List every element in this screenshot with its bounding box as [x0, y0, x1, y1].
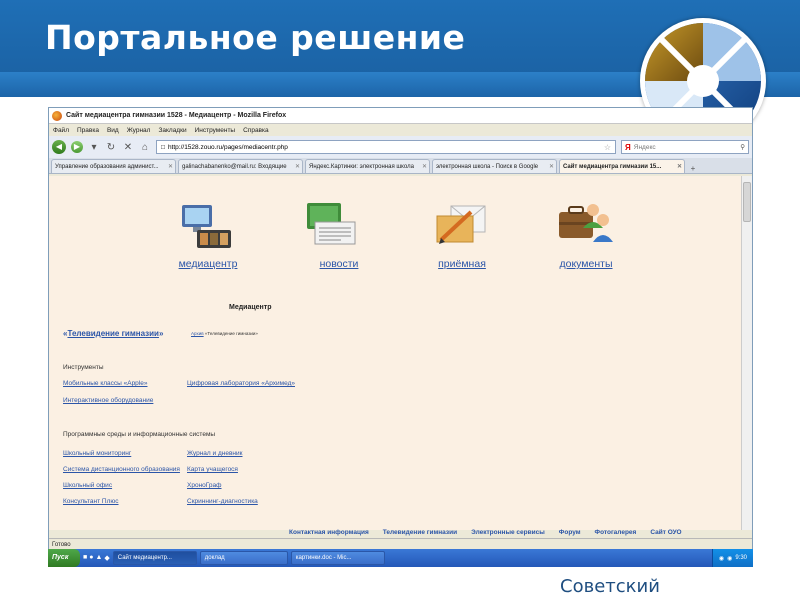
system-tray: ◉ ◉ 9:30: [711, 549, 753, 567]
link-student-card[interactable]: Карта учащегося: [187, 466, 238, 473]
slide-footer: Советский: [560, 576, 660, 597]
tab-label: Сайт медиацентра гимназии 15...: [563, 163, 662, 170]
search-input[interactable]: Я Яндекс ⚲: [621, 140, 749, 154]
tray-icon[interactable]: ◉: [719, 555, 724, 562]
footer-link-tv[interactable]: Телевидение гимназии: [383, 529, 457, 536]
windows-taskbar: Пуск ■ ● ▲ ◆ Сайт медиацентр... доклад к…: [48, 549, 753, 567]
quick-launch-icon[interactable]: ●: [89, 554, 93, 562]
url-text: http://1528.zouo.ru/pages/mediacentr.php: [167, 143, 288, 151]
link-consultant-plus[interactable]: Консультант Плюс: [63, 498, 119, 505]
tab-label: Управление образования админист...: [55, 163, 159, 170]
section-title: Медиацентр: [229, 304, 272, 311]
tab-google-search[interactable]: электронная школа - Поиск в Google ✕: [432, 159, 557, 173]
reload-icon[interactable]: ↻: [105, 142, 117, 153]
task-pictures-doc[interactable]: картинки.doc - Mic...: [290, 551, 385, 565]
close-tab-icon[interactable]: ✕: [168, 163, 173, 170]
link-school-office[interactable]: Школьный офис: [63, 482, 112, 489]
forward-button[interactable]: ▶: [71, 141, 83, 153]
env-title: Программные среды и информационные систе…: [63, 431, 216, 438]
menu-help[interactable]: Справка: [243, 127, 269, 134]
tv-link[interactable]: Телевидение гимназии: [67, 329, 159, 338]
nav-link-news[interactable]: новости: [299, 258, 379, 270]
menu-file[interactable]: Файл: [53, 127, 69, 134]
page-content: медиацентр новости приёмная документы Ме…: [49, 176, 741, 530]
menu-view[interactable]: Вид: [107, 127, 119, 134]
link-digital-lab[interactable]: Цифровая лаборатория «Архимед»: [187, 380, 295, 387]
task-browser[interactable]: Сайт медиацентр...: [112, 551, 197, 565]
close-tab-icon[interactable]: ✕: [422, 163, 427, 170]
link-school-monitoring[interactable]: Школьный мониторинг: [63, 450, 131, 457]
link-journal-diary[interactable]: Журнал и дневник: [187, 450, 242, 457]
nav-link-reception[interactable]: приёмная: [421, 258, 503, 270]
footer-link-ouo[interactable]: Сайт ОУО: [650, 529, 681, 536]
task-report[interactable]: доклад: [199, 551, 288, 565]
firefox-icon: [52, 110, 62, 121]
slide-title: Портальное решение: [45, 18, 466, 57]
tab-label: Яндекс.Картинки: электронная школа: [309, 163, 414, 170]
start-button[interactable]: Пуск: [48, 549, 80, 567]
window-titlebar[interactable]: Сайт медиацентра гимназии 1528 - Медиаце…: [49, 108, 752, 124]
nav-link-documents[interactable]: документы: [545, 258, 627, 270]
menu-bookmarks[interactable]: Закладки: [158, 127, 186, 134]
window-title: Сайт медиацентра гимназии 1528 - Медиаце…: [66, 112, 287, 119]
tab-mail[interactable]: galinachabanenko@mail.ru: Входящие ✕: [178, 159, 303, 173]
footer-nav: Контактная информация Телевидение гимназ…: [289, 529, 682, 536]
bookmark-star-icon[interactable]: ☆: [604, 143, 611, 152]
navigation-toolbar: ◀ ▶ ▾ ↻ ✕ ⌂ □ http://1528.zouo.ru/pages/…: [49, 136, 752, 158]
link-chronograph[interactable]: ХроноГраф: [187, 482, 222, 489]
tv-suffix: »: [158, 329, 164, 338]
tab-mediacenter[interactable]: Сайт медиацентра гимназии 15... ✕: [559, 159, 685, 173]
new-tab-icon[interactable]: +: [687, 164, 699, 173]
footer-link-contacts[interactable]: Контактная информация: [289, 529, 369, 536]
archive-link[interactable]: Архив: [191, 331, 204, 336]
vertical-scrollbar[interactable]: [741, 176, 752, 530]
scrollbar-thumb[interactable]: [743, 182, 751, 222]
yandex-icon: Я: [625, 142, 631, 152]
quick-launch-icon[interactable]: ◆: [104, 554, 109, 562]
browser-window: Сайт медиацентра гимназии 1528 - Медиаце…: [48, 107, 753, 567]
envelope-pen-icon[interactable]: [431, 200, 491, 248]
footer-link-services[interactable]: Электронные сервисы: [471, 529, 545, 536]
stop-icon[interactable]: ✕: [122, 142, 134, 153]
address-bar[interactable]: □ http://1528.zouo.ru/pages/mediacentr.p…: [156, 140, 616, 154]
tv-link-block: «Телевидение гимназии»: [63, 329, 163, 338]
tab-label: электронная школа - Поиск в Google: [436, 163, 539, 170]
clock[interactable]: 9:30: [735, 555, 747, 561]
quick-launch-icon[interactable]: ▲: [95, 554, 102, 562]
footer-link-forum[interactable]: Форум: [559, 529, 581, 536]
search-icon[interactable]: ⚲: [740, 143, 745, 151]
close-tab-icon[interactable]: ✕: [295, 163, 300, 170]
page-icon: □: [161, 143, 165, 151]
computer-media-icon[interactable]: [177, 202, 237, 250]
nav-link-mediacenter[interactable]: медиацентр: [169, 258, 247, 270]
tab-label: galinachabanenko@mail.ru: Входящие: [182, 163, 287, 170]
tab-yandex-images[interactable]: Яндекс.Картинки: электронная школа ✕: [305, 159, 430, 173]
menu-edit[interactable]: Правка: [77, 127, 99, 134]
tab-bar: Управление образования админист... ✕ gali…: [49, 158, 752, 174]
back-button[interactable]: ◀: [52, 140, 66, 154]
briefcase-people-icon[interactable]: [553, 198, 613, 246]
tv-note: Архив «Телевидение гимназии»: [191, 331, 258, 336]
newspaper-icon[interactable]: [301, 200, 361, 248]
link-screening[interactable]: Скриннинг-диагностика: [187, 498, 258, 505]
menu-tools[interactable]: Инструменты: [195, 127, 236, 134]
link-mobile-classes[interactable]: Мобильные классы «Apple»: [63, 380, 147, 387]
tools-title: Инструменты: [63, 364, 104, 371]
dropdown-arrow-icon[interactable]: ▾: [88, 142, 100, 153]
quick-launch: ■ ● ▲ ◆: [83, 554, 110, 562]
close-tab-icon[interactable]: ✕: [549, 163, 554, 170]
quick-launch-icon[interactable]: ■: [83, 554, 87, 562]
tv-note-text: «Телевидение гимназии»: [204, 331, 258, 336]
menu-history[interactable]: Журнал: [127, 127, 151, 134]
link-distance-education[interactable]: Система дистанционного образования: [63, 466, 180, 473]
menu-bar: Файл Правка Вид Журнал Закладки Инструме…: [49, 124, 752, 136]
close-tab-icon[interactable]: ✕: [677, 163, 682, 170]
link-interactive-equipment[interactable]: Интерактивное оборудование: [63, 397, 153, 404]
search-placeholder: Яндекс: [633, 143, 656, 151]
home-icon[interactable]: ⌂: [139, 142, 151, 153]
footer-link-gallery[interactable]: Фотогалерея: [595, 529, 637, 536]
tab-education-admin[interactable]: Управление образования админист... ✕: [51, 159, 176, 173]
tray-icon[interactable]: ◉: [727, 555, 732, 562]
